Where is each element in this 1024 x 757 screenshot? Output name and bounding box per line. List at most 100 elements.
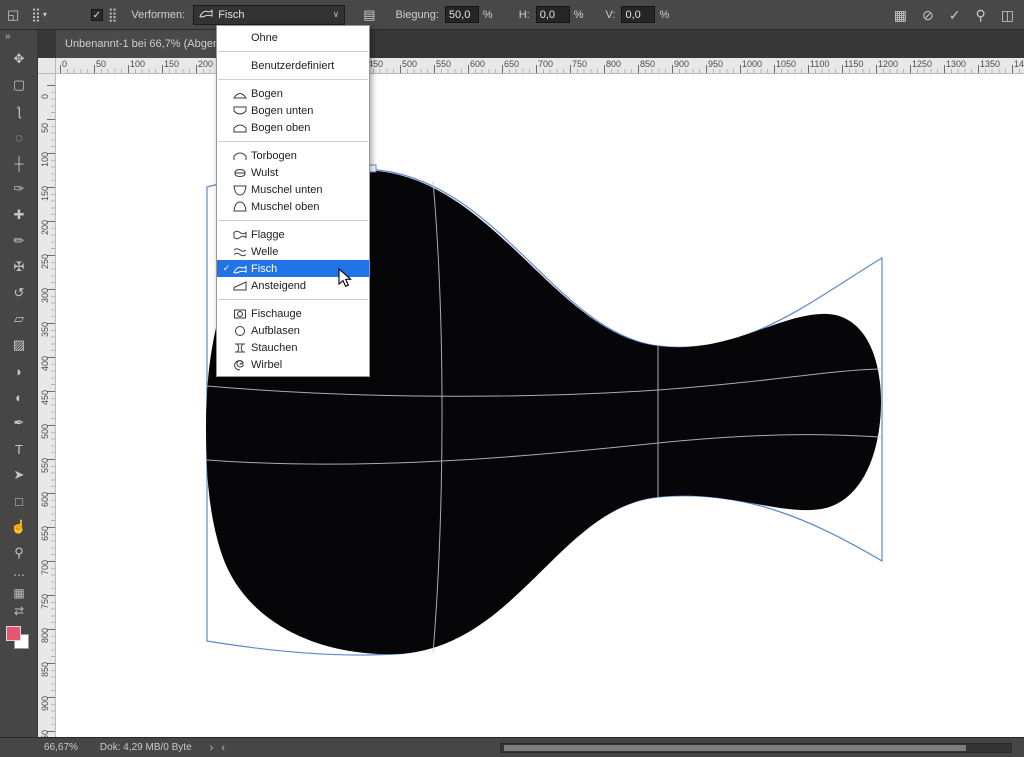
lasso-tool[interactable]: ƪ	[0, 98, 38, 124]
scrollbar-thumb[interactable]	[504, 745, 966, 751]
gradient-tool[interactable]: ▨	[0, 332, 38, 358]
v-input[interactable]	[621, 6, 655, 23]
canvas[interactable]	[56, 74, 1024, 737]
reference-point-locator-icon[interactable]: ⣿	[31, 8, 41, 21]
pen-tool[interactable]: ✒	[0, 410, 38, 436]
document-tab-title: Unbenannt-1 bei 66,7% (Abgen	[65, 38, 219, 50]
shape-tool[interactable]: □	[0, 488, 38, 514]
stauchen-icon	[232, 342, 248, 354]
warp-option-benutzerdefiniert[interactable]: Benutzerdefiniert	[217, 57, 369, 74]
warp-option-label: Fisch	[251, 263, 277, 275]
chevron-down-icon[interactable]: ▾	[43, 11, 47, 19]
ansteigend-icon	[232, 280, 248, 292]
warp-option-label: Stauchen	[251, 342, 297, 354]
zoom-level[interactable]: 66,67%	[44, 742, 78, 753]
h-input[interactable]	[536, 6, 570, 23]
warp-option-stauchen[interactable]: Stauchen	[217, 339, 369, 356]
chevron-left-icon[interactable]: ‹	[221, 742, 225, 754]
warp-option-muschel-oben[interactable]: Muschel oben	[217, 198, 369, 215]
warp-option-label: Fischauge	[251, 308, 302, 320]
toolbar-expand-icon[interactable]: »	[0, 30, 37, 46]
crop-tool[interactable]: ┼	[0, 150, 38, 176]
v-label: V:	[605, 9, 615, 21]
hand-tool[interactable]: ☝	[0, 514, 38, 540]
fischauge-icon	[232, 308, 248, 320]
chevron-right-icon[interactable]: ›	[210, 742, 214, 754]
search-icon[interactable]: ⚲	[976, 8, 986, 22]
ruler-label: 850	[640, 59, 655, 69]
healing-brush-tool[interactable]: ✚	[0, 202, 38, 228]
horizontal-scrollbar[interactable]	[500, 743, 1012, 753]
warp-option-label: Muschel unten	[251, 184, 323, 196]
type-tool[interactable]: T	[0, 436, 38, 462]
clone-stamp-tool[interactable]: ✠	[0, 254, 38, 280]
warp-mode-toggle-icon[interactable]: ▦	[894, 8, 907, 22]
ruler-tick	[842, 65, 843, 73]
warp-option-welle[interactable]: Welle	[217, 243, 369, 260]
verformen-label: Verformen:	[131, 9, 185, 21]
bogen-icon	[232, 88, 248, 100]
ruler-tick	[944, 65, 945, 73]
ruler-tick	[468, 65, 469, 73]
path-selection-tool[interactable]: ➤	[0, 462, 38, 488]
ruler-vertical[interactable]: 0501001502002503003504004505005506006507…	[38, 74, 56, 737]
warp-select[interactable]: Fisch ∨	[193, 5, 345, 25]
warp-option-wirbel[interactable]: Wirbel	[217, 356, 369, 373]
warp-option-bogen-unten[interactable]: Bogen unten	[217, 102, 369, 119]
ruler-label: 350	[40, 322, 50, 337]
warp-option-bogen[interactable]: Bogen	[217, 85, 369, 102]
warp-option-fischauge[interactable]: Fischauge	[217, 305, 369, 322]
brush-tool[interactable]: ✏	[0, 228, 38, 254]
ruler-label: 800	[606, 59, 621, 69]
warp-option-ansteigend[interactable]: Ansteigend	[217, 277, 369, 294]
warp-option-label: Bogen unten	[251, 105, 313, 117]
ruler-tick	[672, 65, 673, 73]
bogen-oben-icon	[232, 122, 248, 134]
warp-option-torbogen[interactable]: Torbogen	[217, 147, 369, 164]
dodge-tool[interactable]: ◐	[0, 384, 38, 410]
move-tool[interactable]: ✥	[0, 46, 38, 72]
quick-selection-tool[interactable]: ◌	[0, 124, 38, 150]
warp-option-flagge[interactable]: Flagge	[217, 226, 369, 243]
cancel-transform-icon[interactable]: ⊘	[922, 8, 934, 22]
history-brush-tool[interactable]: ↺	[0, 280, 38, 306]
v-unit: %	[659, 9, 669, 21]
ruler-label: 1350	[980, 59, 1000, 69]
ruler-label: 150	[40, 186, 50, 201]
warp-option-muschel-unten[interactable]: Muschel unten	[217, 181, 369, 198]
foreground-color-swatch[interactable]	[6, 626, 21, 641]
warped-shape-layer	[56, 74, 1024, 737]
warp-orientation-icon[interactable]: ▤	[363, 8, 375, 21]
warp-option-label: Wirbel	[251, 359, 282, 371]
warp-option-bogen-oben[interactable]: Bogen oben	[217, 119, 369, 136]
biegung-input[interactable]	[445, 6, 479, 23]
ruler-horizontal[interactable]: 0501001502002503003504004505005506006507…	[56, 58, 1024, 74]
screen-mode-icon[interactable]: ⇄	[0, 602, 38, 620]
eraser-tool[interactable]: ▱	[0, 306, 38, 332]
constrain-checkbox[interactable]: ✓	[91, 9, 103, 21]
warp-option-wulst[interactable]: Wulst	[217, 164, 369, 181]
ruler-label: 550	[436, 59, 451, 69]
warp-option-fisch[interactable]: ✓Fisch	[217, 260, 369, 277]
marquee-tool[interactable]: ▢	[0, 72, 38, 98]
toolbar: » ✥▢ƪ◌┼✑✚✏✠↺▱▨◗◐✒T➤□☝⚲ ⋯ ▦ ⇄	[0, 30, 38, 737]
edit-toolbar-icon[interactable]: ⋯	[0, 566, 38, 584]
ruler-label: 700	[40, 560, 50, 575]
warp-option-aufblasen[interactable]: Aufblasen	[217, 322, 369, 339]
warp-option-ohne[interactable]: Ohne	[217, 29, 369, 46]
ruler-tick	[502, 65, 503, 73]
ruler-label: 800	[40, 628, 50, 643]
warp-option-label: Benutzerdefiniert	[251, 60, 334, 72]
ruler-tick	[196, 65, 197, 73]
eyedropper-tool[interactable]: ✑	[0, 176, 38, 202]
ruler-label: 1400	[1014, 59, 1024, 69]
mask-mode-icon[interactable]: ▦	[0, 584, 38, 602]
zoom-tool[interactable]: ⚲	[0, 540, 38, 566]
blur-tool[interactable]: ◗	[0, 358, 38, 384]
aufblasen-icon	[232, 325, 248, 337]
ruler-label: 1300	[946, 59, 966, 69]
workspace-switcher-icon[interactable]: ◫	[1001, 8, 1014, 22]
commit-transform-icon[interactable]: ✓	[949, 8, 961, 22]
ruler-label: 100	[130, 59, 145, 69]
ruler-tick	[876, 65, 877, 73]
